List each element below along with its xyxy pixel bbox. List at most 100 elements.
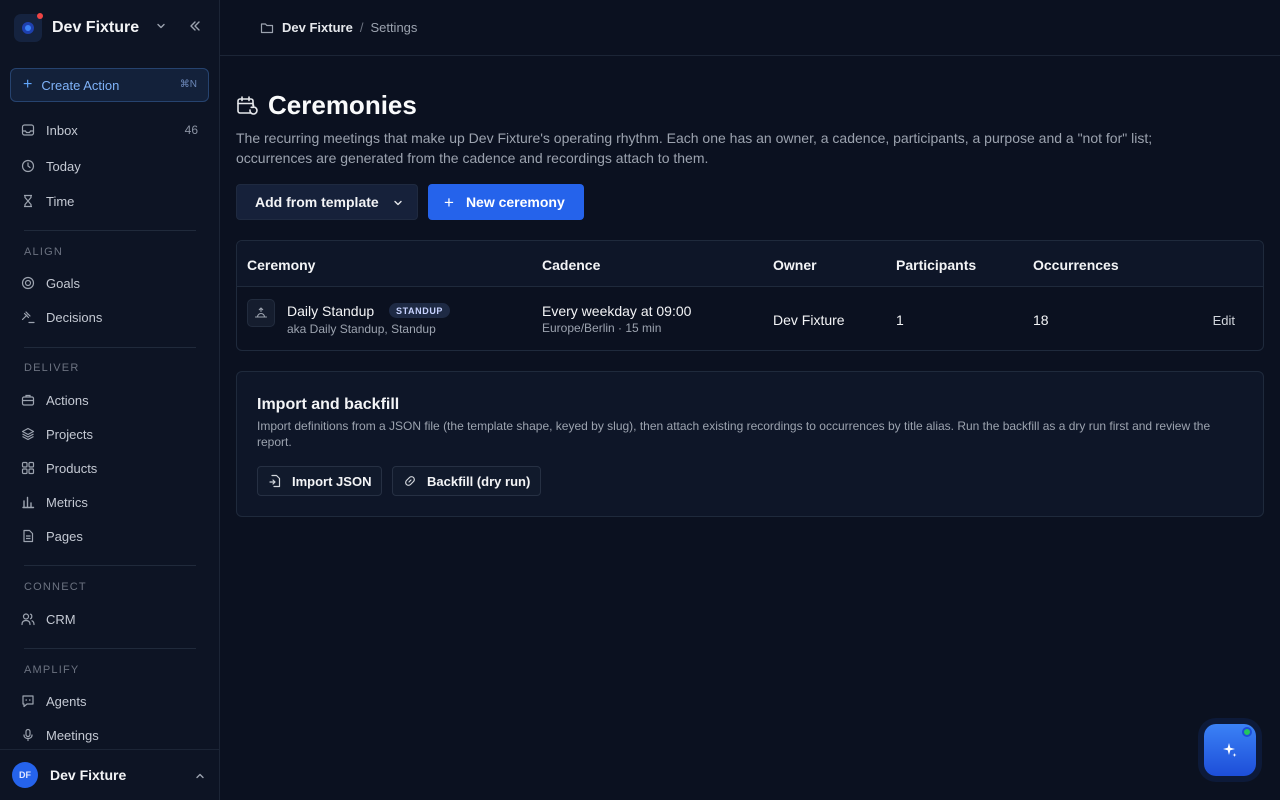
chat-bot-icon (20, 693, 36, 709)
hourglass-icon (20, 193, 36, 209)
sidebar-item-label: Products (46, 460, 98, 476)
document-icon (20, 528, 36, 544)
add-from-template-button[interactable]: Add from template (236, 184, 418, 220)
shortcut-hint: ⌘N (179, 79, 197, 90)
workspace-name: Dev Fixture (52, 19, 140, 36)
ceremony-occurrences: 18 (1033, 312, 1049, 328)
create-action-button[interactable]: + Create Action ⌘N (10, 68, 209, 102)
import-json-label: Import JSON (292, 473, 372, 489)
breadcrumb-separator: / (359, 20, 364, 35)
sidebar-item-projects[interactable]: Projects (20, 424, 202, 444)
column-header-occurrences[interactable]: Occurrences (1033, 257, 1119, 273)
table-row[interactable]: Daily Standup STANDUP aka Daily Standup,… (237, 287, 1263, 350)
section-label-deliver: DELIVER (24, 362, 80, 374)
sidebar-item-label: Meetings (46, 727, 99, 743)
sidebar-item-label: Actions (46, 392, 89, 408)
add-from-template-label: Add from template (255, 194, 379, 210)
edit-ceremony-button[interactable]: Edit (1213, 313, 1235, 328)
file-import-icon (269, 474, 281, 488)
backfill-dry-run-button[interactable]: Backfill (dry run) (392, 466, 541, 496)
sidebar-item-actions[interactable]: Actions (20, 390, 202, 410)
page-description: The recurring meetings that make up Dev … (236, 130, 1153, 166)
sidebar-item-goals[interactable]: Goals (20, 273, 202, 293)
breadcrumb: Dev Fixture / Settings (220, 0, 1280, 56)
notification-dot (37, 13, 43, 19)
calendar-repeat-icon (237, 95, 258, 115)
ceremonies-table: Ceremony Cadence Owner Participants Occu… (236, 240, 1264, 351)
create-action-label: Create Action (41, 77, 120, 93)
ceremony-participants: 1 (896, 312, 904, 328)
breadcrumb-root[interactable]: Dev Fixture (282, 20, 353, 35)
online-status-dot (1242, 727, 1252, 737)
sidebar-item-inbox[interactable]: Inbox 46 (20, 120, 202, 140)
sidebar-item-metrics[interactable]: Metrics (20, 492, 202, 512)
sidebar-item-products[interactable]: Products (20, 458, 202, 478)
sidebar-item-label: CRM (46, 611, 76, 627)
column-header-participants[interactable]: Participants (896, 257, 976, 273)
sidebar-item-label: Agents (46, 693, 87, 709)
sidebar-item-agents[interactable]: Agents (20, 691, 202, 711)
column-header-cadence[interactable]: Cadence (542, 257, 600, 273)
import-description: Import definitions from a JSON file (the… (257, 419, 1211, 449)
bar-chart-icon (20, 494, 36, 510)
section-label-align: ALIGN (24, 246, 64, 258)
briefcase-icon (20, 392, 36, 408)
sidebar-divider (24, 648, 196, 649)
sidebar-item-decisions[interactable]: Decisions (20, 307, 202, 327)
import-json-button[interactable]: Import JSON (257, 466, 382, 496)
avatar: DF (12, 762, 38, 788)
import-backfill-card: Import and backfill Import definitions f… (236, 371, 1264, 517)
ceremony-owner: Dev Fixture (773, 312, 845, 328)
inbox-count: 46 (184, 123, 198, 137)
sidebar-divider (24, 230, 196, 231)
sidebar-item-label: Today (46, 158, 81, 174)
new-ceremony-button[interactable]: + New ceremony (428, 184, 584, 220)
plus-icon: + (23, 76, 33, 93)
sidebar-item-pages[interactable]: Pages (20, 526, 202, 546)
target-icon (20, 275, 36, 291)
user-menu[interactable]: DF Dev Fixture (0, 749, 220, 800)
chevron-up-icon[interactable] (194, 770, 206, 782)
sidebar-item-label: Goals (46, 275, 80, 291)
sidebar-item-label: Inbox (46, 122, 78, 138)
chevron-down-icon[interactable] (155, 20, 167, 32)
sidebar-divider (24, 347, 196, 348)
grid-icon (20, 460, 36, 476)
page-title: Ceremonies (268, 90, 417, 120)
section-label-connect: CONNECT (24, 581, 87, 593)
breadcrumb-current: Settings (370, 20, 418, 35)
sidebar-item-today[interactable]: Today (20, 156, 202, 176)
users-icon (20, 611, 36, 627)
sparkle-icon (1223, 743, 1237, 757)
chevron-down-icon (394, 200, 402, 206)
layers-icon (20, 426, 36, 442)
clock-icon (20, 158, 36, 174)
ceremony-cadence: Every weekday at 09:00 (542, 303, 692, 319)
import-title: Import and backfill (257, 396, 400, 413)
sidebar-item-time[interactable]: Time (20, 191, 202, 211)
section-label-amplify: AMPLIFY (24, 664, 80, 676)
workspace-switcher[interactable]: Dev Fixture (14, 12, 206, 44)
folder-icon (260, 22, 274, 33)
sidebar-item-crm[interactable]: CRM (20, 609, 202, 629)
microphone-icon (20, 727, 36, 743)
plus-icon: + (444, 192, 454, 212)
link-icon (405, 476, 415, 486)
gavel-icon (20, 309, 36, 325)
sidebar-item-label: Time (46, 193, 75, 209)
sidebar-item-meetings[interactable]: Meetings (20, 725, 202, 745)
column-header-ceremony[interactable]: Ceremony (247, 257, 315, 273)
user-name: Dev Fixture (50, 767, 127, 783)
ai-assistant-button[interactable] (1204, 724, 1256, 776)
sidebar-item-label: Projects (46, 426, 93, 442)
collapse-sidebar-icon[interactable] (188, 19, 202, 33)
sidebar-item-label: Pages (46, 528, 83, 544)
column-header-owner[interactable]: Owner (773, 257, 817, 273)
inbox-icon (20, 122, 36, 138)
ceremony-name[interactable]: Daily Standup (287, 303, 374, 319)
workspace-logo-icon (22, 22, 34, 34)
workspace-logo (14, 13, 43, 42)
sidebar-item-label: Metrics (46, 494, 88, 510)
ceremony-aliases: aka Daily Standup, Standup (287, 322, 436, 336)
sidebar: Dev Fixture + Create Action ⌘N Inbox 46 … (0, 0, 220, 800)
